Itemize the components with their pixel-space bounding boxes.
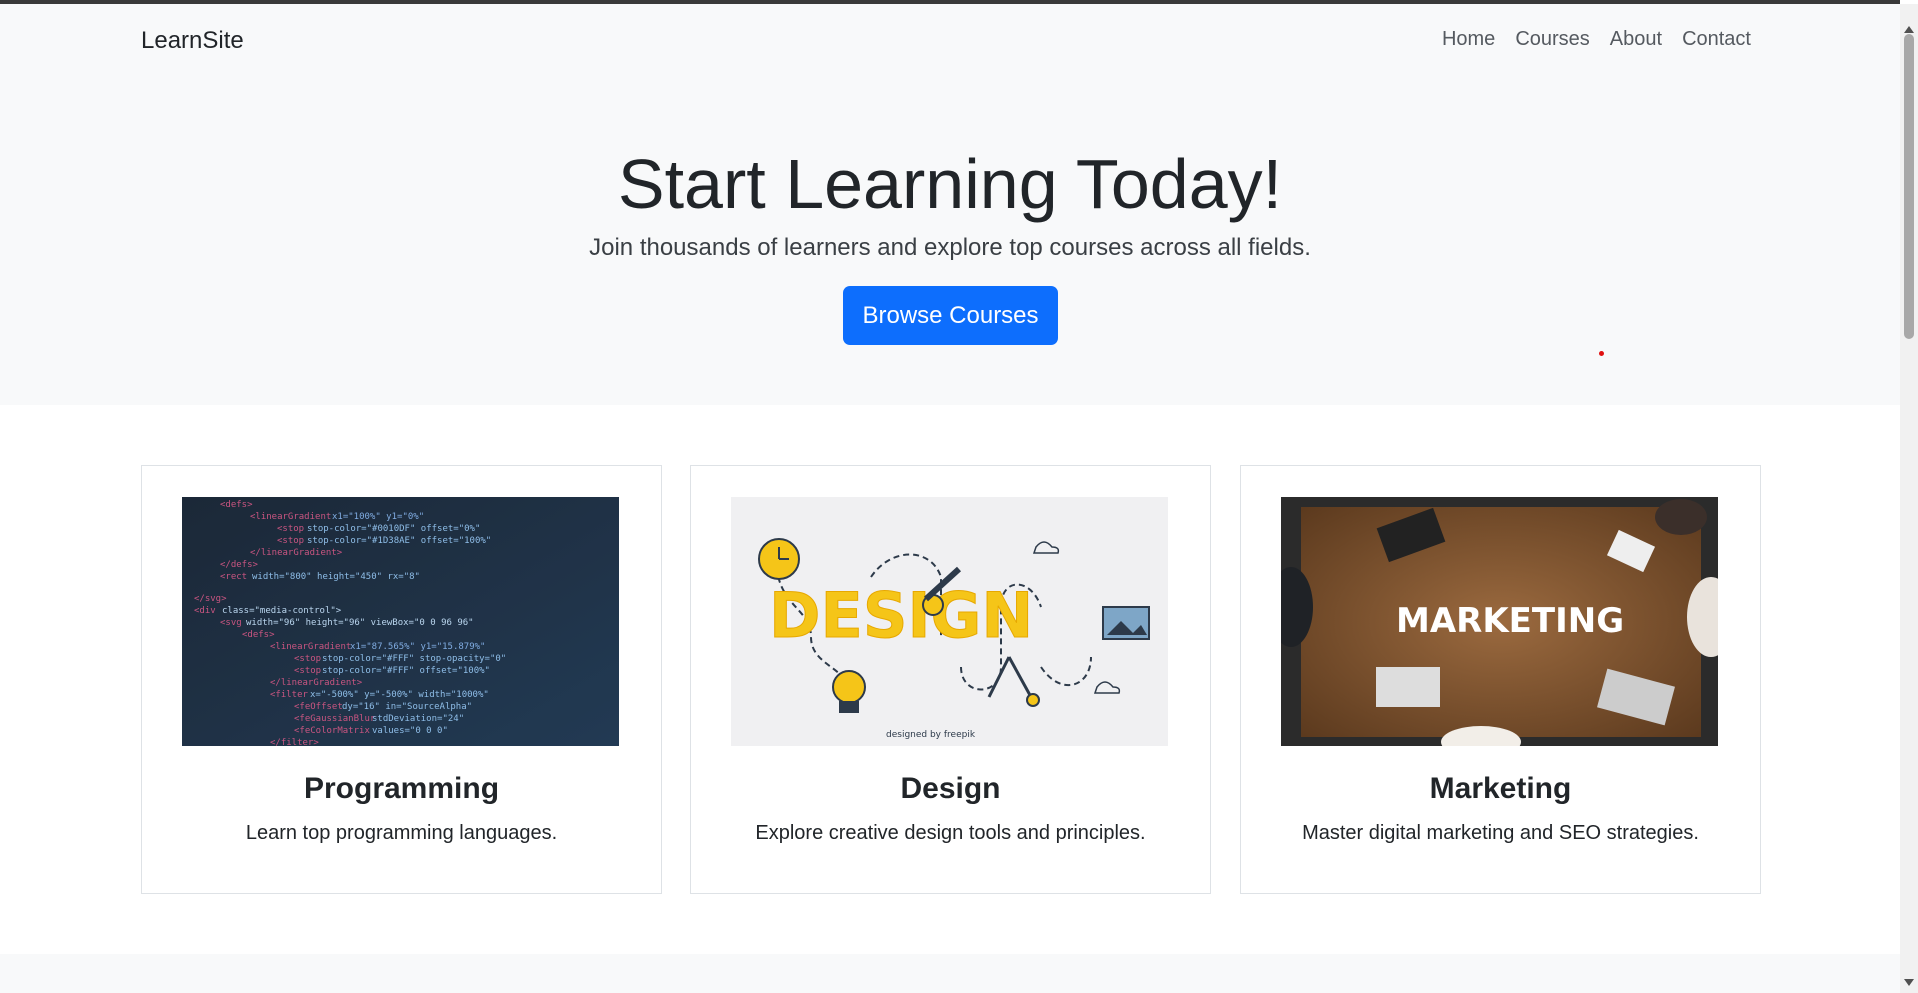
card-title: Marketing (1429, 772, 1572, 805)
page: LearnSite Home Courses About Contact Sta… (0, 4, 1900, 993)
design-image-text: DESIGN (769, 579, 1033, 652)
code-screenshot-image: <defs> <linearGradient x1="100%" y1="0%" … (182, 497, 619, 746)
vertical-scrollbar[interactable] (1900, 4, 1918, 993)
browse-courses-button[interactable]: Browse Courses (843, 286, 1058, 345)
course-cards: <defs> <linearGradient x1="100%" y1="0%" … (141, 465, 1761, 894)
hero-title: Start Learning Today! (617, 145, 1283, 223)
design-image-credit: designed by freepik (886, 730, 976, 740)
course-card-design[interactable]: DESIGN designed by freepik Design Explor… (690, 465, 1211, 894)
nav-contact-link[interactable]: Contact (1682, 28, 1751, 51)
nav-about-link[interactable]: About (1610, 28, 1662, 51)
scroll-thumb[interactable] (1904, 34, 1914, 339)
design-illustration-image: DESIGN designed by freepik (731, 497, 1168, 746)
card-text: Explore creative design tools and princi… (755, 822, 1146, 844)
marketing-wordcloud-image: MARKETING (1281, 497, 1718, 746)
card-text: Master digital marketing and SEO strateg… (1302, 822, 1699, 844)
card-text: Learn top programming languages. (245, 822, 558, 844)
brand-logo[interactable]: LearnSite (141, 27, 244, 55)
footer-section (0, 954, 1900, 993)
hero-section: Start Learning Today! Join thousands of … (0, 78, 1900, 405)
hero-subtitle: Join thousands of learners and explore t… (589, 234, 1311, 261)
card-title: Programming (303, 772, 500, 805)
cursor-dot (1599, 351, 1604, 356)
course-card-programming[interactable]: <defs> <linearGradient x1="100%" y1="0%" … (141, 465, 662, 894)
course-card-marketing[interactable]: MARKETING Marketing Master digital marke… (1240, 465, 1761, 894)
navbar: LearnSite Home Courses About Contact (0, 4, 1900, 78)
marketing-image-text: MARKETING (1396, 601, 1624, 641)
nav-links: Home Courses About Contact (1442, 28, 1751, 51)
nav-courses-link[interactable]: Courses (1515, 28, 1589, 51)
nav-home-link[interactable]: Home (1442, 28, 1495, 51)
scroll-up-icon[interactable] (1904, 26, 1914, 33)
card-title: Design (900, 772, 1001, 805)
scroll-down-icon[interactable] (1904, 979, 1914, 986)
